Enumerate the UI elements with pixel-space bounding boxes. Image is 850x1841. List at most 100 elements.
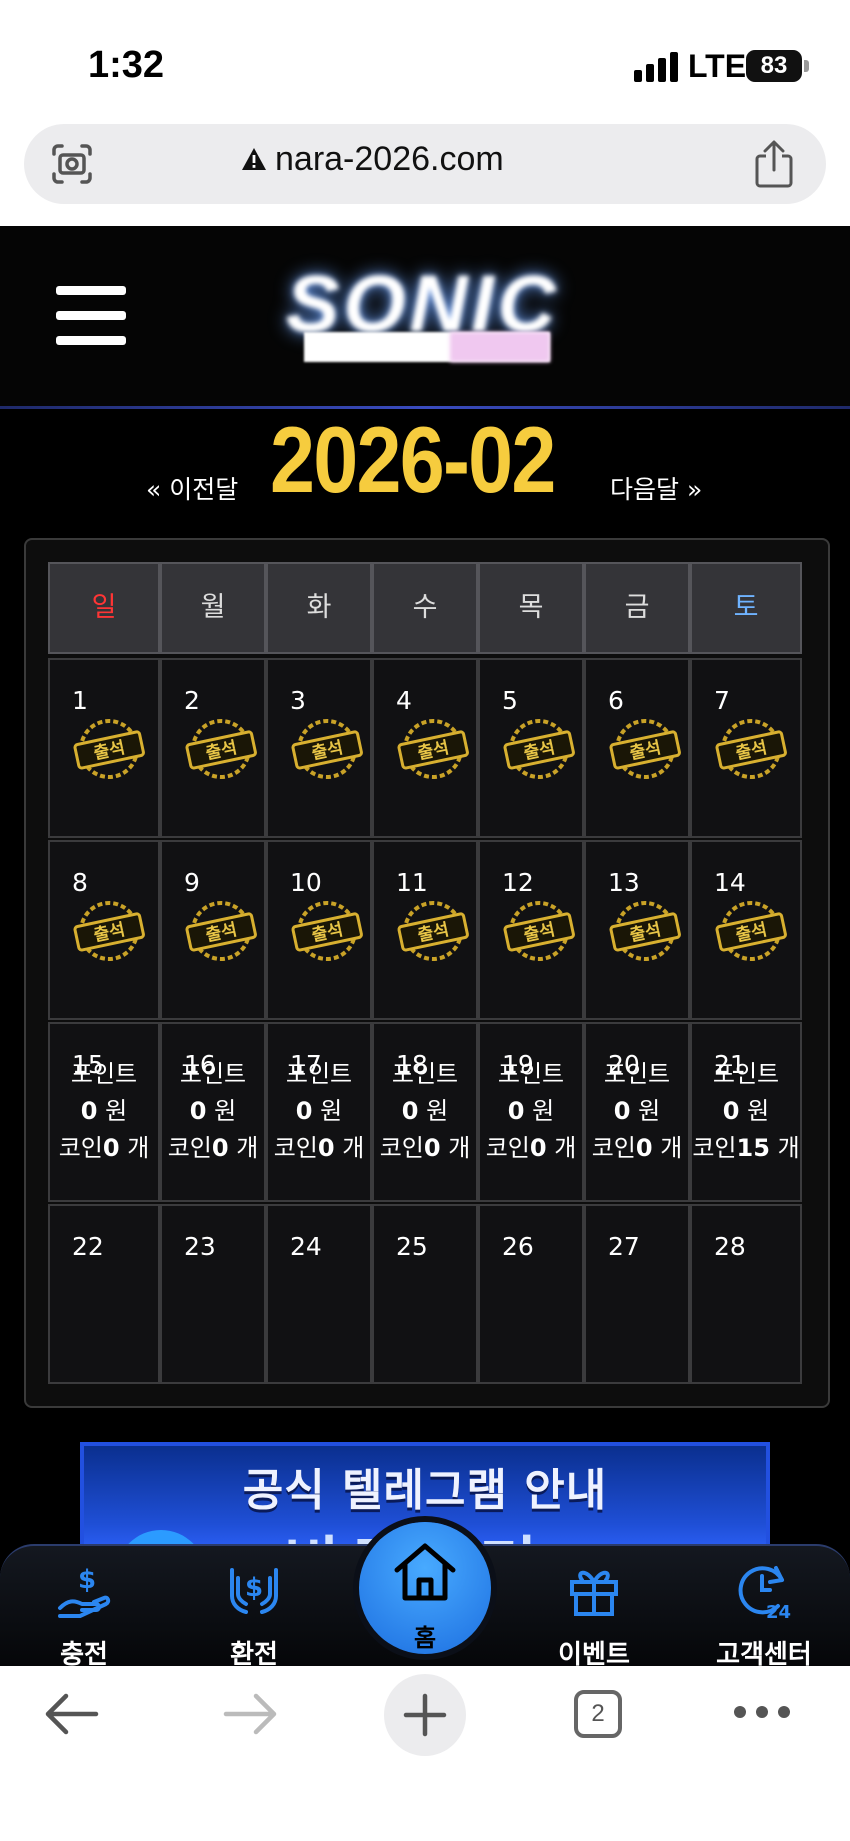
menu-icon[interactable] (56, 286, 126, 346)
site-logo[interactable]: SONIC (280, 258, 580, 368)
nav-exchange[interactable]: $ 환전 (184, 1560, 324, 1671)
day-number: 5 (502, 686, 518, 715)
day-number: 11 (396, 868, 428, 897)
attendance-stamp-icon: 출석 (68, 898, 150, 964)
day-cell[interactable]: 18 포인트 0 원 코인0 개 (372, 1022, 478, 1202)
withdraw-icon: $ (230, 1568, 278, 1614)
day-number: 27 (608, 1232, 640, 1261)
tabs-button[interactable]: 2 (574, 1690, 622, 1738)
day-cell[interactable]: 23 (160, 1204, 266, 1384)
svg-text:24: 24 (766, 1602, 791, 1620)
day-cell[interactable]: 13 출석 (584, 840, 690, 1020)
day-cell[interactable]: 25 (372, 1204, 478, 1384)
plus-icon (403, 1693, 447, 1737)
day-cell[interactable]: 8 출석 (48, 840, 160, 1020)
day-cell[interactable]: 28 (690, 1204, 802, 1384)
day-number: 9 (184, 868, 200, 897)
day-number: 8 (72, 868, 88, 897)
day-number: 7 (714, 686, 730, 715)
day-number: 14 (714, 868, 746, 897)
day-number: 4 (396, 686, 412, 715)
deposit-icon: $ (58, 1565, 111, 1618)
day-number: 3 (290, 686, 306, 715)
point-summary: 포인트 0 원 코인0 개 (485, 1060, 577, 1162)
point-summary: 포인트 0 원 코인0 개 (273, 1060, 365, 1162)
day-cell[interactable]: 4 출석 (372, 658, 478, 838)
day-number: 24 (290, 1232, 322, 1261)
attendance-stamp-icon: 출석 (286, 716, 368, 782)
day-cell[interactable]: 20 포인트 0 원 코인0 개 (584, 1022, 690, 1202)
day-cell[interactable]: 9 출석 (160, 840, 266, 1020)
day-number: 2 (184, 686, 200, 715)
weekday-sat: 토 (690, 562, 802, 654)
attendance-stamp-icon: 출석 (392, 898, 474, 964)
day-number: 1 (72, 686, 88, 715)
day-cell[interactable]: 27 (584, 1204, 690, 1384)
more-icon[interactable] (734, 1706, 790, 1722)
signal-icon (634, 52, 680, 82)
forward-arrow-icon[interactable] (222, 1692, 278, 1736)
nav-event[interactable]: 이벤트 (524, 1560, 664, 1671)
day-cell[interactable]: 21 포인트 0 원 코인15 개 (690, 1022, 802, 1202)
weekday-wed: 수 (372, 562, 478, 654)
point-summary: 포인트 0 원 코인0 개 (591, 1060, 683, 1162)
day-cell[interactable]: 10 출석 (266, 840, 372, 1020)
battery-tip (804, 60, 809, 72)
nav-support[interactable]: 24 고객센터 (694, 1560, 834, 1671)
back-arrow-icon[interactable] (44, 1692, 100, 1736)
battery-icon: 83 (746, 50, 802, 82)
day-cell[interactable]: 12 출석 (478, 840, 584, 1020)
day-cell[interactable]: 11 출석 (372, 840, 478, 1020)
day-cell[interactable]: 26 (478, 1204, 584, 1384)
svg-text:$: $ (245, 1573, 263, 1603)
day-number: 13 (608, 868, 640, 897)
day-number: 23 (184, 1232, 216, 1261)
point-summary: 포인트 0 원 코인0 개 (58, 1060, 150, 1162)
attendance-stamp-icon: 출석 (180, 716, 262, 782)
current-month: 2026-02 (270, 407, 556, 512)
weekday-sun: 일 (48, 562, 160, 654)
logo-subbar-accent (450, 332, 550, 362)
next-month-link[interactable]: 다음달 » (610, 470, 702, 506)
attendance-stamp-icon: 출석 (68, 716, 150, 782)
attendance-stamp-icon: 출석 (710, 898, 792, 964)
day-cell[interactable]: 16 포인트 0 원 코인0 개 (160, 1022, 266, 1202)
support-24h-icon: 24 (738, 1566, 791, 1620)
day-number: 10 (290, 868, 322, 897)
network-label: LTE (688, 48, 747, 84)
day-cell[interactable]: 2 출석 (160, 658, 266, 838)
day-cell[interactable]: 1 출석 (48, 658, 160, 838)
day-cell[interactable]: 24 (266, 1204, 372, 1384)
share-icon[interactable] (754, 140, 794, 188)
attendance-stamp-icon: 출석 (710, 716, 792, 782)
lens-icon[interactable] (50, 142, 94, 186)
day-cell[interactable]: 14 출석 (690, 840, 802, 1020)
day-number: 6 (608, 686, 624, 715)
nav-charge[interactable]: $ 충전 (14, 1560, 154, 1671)
day-number: 22 (72, 1232, 104, 1261)
url-text: nara-2026.com (275, 140, 504, 178)
day-cell[interactable]: 17 포인트 0 원 코인0 개 (266, 1022, 372, 1202)
day-cell[interactable]: 15 포인트 0 원 코인0 개 (48, 1022, 160, 1202)
day-number: 26 (502, 1232, 534, 1261)
gift-icon (570, 1570, 618, 1616)
attendance-stamp-icon: 출석 (498, 898, 580, 964)
url-display[interactable]: nara-2026.com (242, 140, 504, 179)
point-summary: 포인트 0 원 코인0 개 (379, 1060, 471, 1162)
status-time: 1:32 (88, 44, 165, 86)
day-cell[interactable]: 22 (48, 1204, 160, 1384)
weekday-mon: 월 (160, 562, 266, 654)
attendance-stamp-icon: 출석 (604, 898, 686, 964)
prev-month-link[interactable]: « 이전달 (146, 470, 238, 506)
warning-icon (242, 148, 266, 170)
banner-title: 공식 텔레그램 안내 (242, 1465, 608, 1516)
day-cell[interactable]: 19 포인트 0 원 코인0 개 (478, 1022, 584, 1202)
day-cell[interactable]: 7 출석 (690, 658, 802, 838)
nav-home-label: 홈 (413, 1624, 437, 1652)
home-icon (394, 1543, 456, 1601)
weekday-tue: 화 (266, 562, 372, 654)
day-cell[interactable]: 6 출석 (584, 658, 690, 838)
day-cell[interactable]: 5 출석 (478, 658, 584, 838)
weekday-fri: 금 (584, 562, 690, 654)
day-cell[interactable]: 3 출석 (266, 658, 372, 838)
